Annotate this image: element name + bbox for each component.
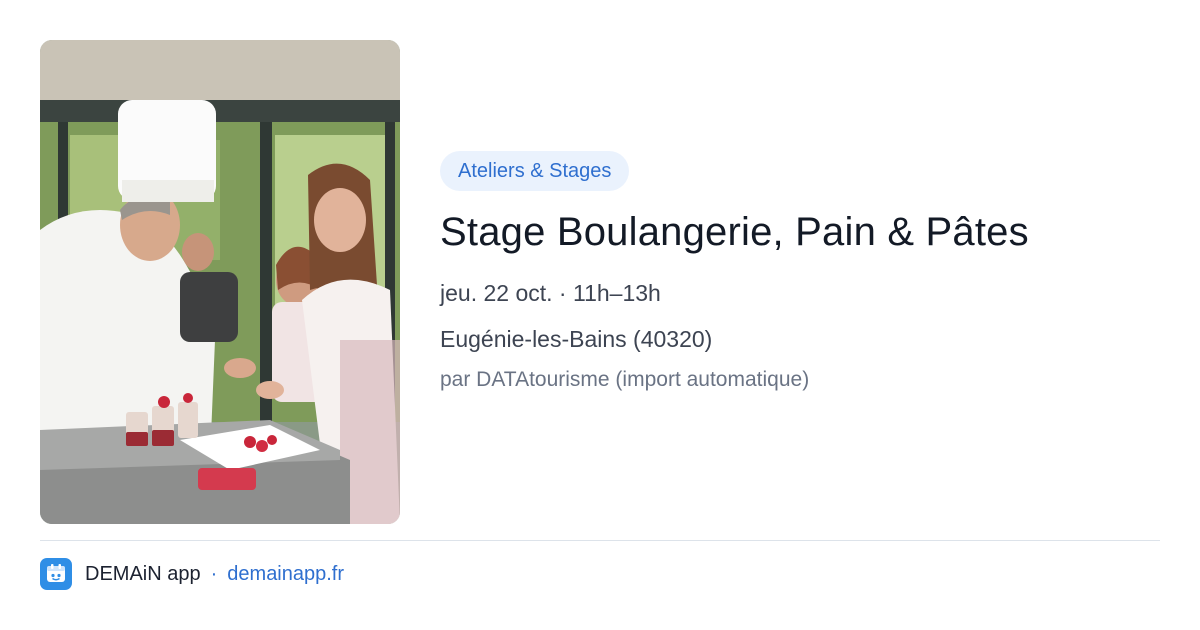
- app-domain-link[interactable]: demainapp.fr: [227, 563, 344, 586]
- footer: DEMAiN app · demainapp.fr: [40, 558, 344, 590]
- demain-app-logo-icon: [40, 558, 72, 590]
- event-photo: [40, 40, 400, 524]
- footer-separator: ·: [210, 562, 218, 585]
- event-info: Ateliers & Stages Stage Boulangerie, Pai…: [440, 151, 1160, 394]
- event-time: 11h–13h: [572, 280, 661, 306]
- event-source: par DATAtourisme (import automatique): [440, 368, 810, 391]
- app-name: DEMAiN app: [85, 562, 201, 585]
- footer-divider: [40, 540, 1160, 541]
- datetime-separator: ·: [558, 280, 567, 306]
- event-datetime: jeu. 22 oct. · 11h–13h: [440, 278, 1160, 308]
- category-badge[interactable]: Ateliers & Stages: [440, 151, 630, 191]
- event-date: jeu. 22 oct.: [440, 280, 553, 306]
- event-location: Eugénie-les-Bains (40320): [440, 326, 713, 352]
- event-title: Stage Boulangerie, Pain & Pâtes: [440, 210, 1029, 254]
